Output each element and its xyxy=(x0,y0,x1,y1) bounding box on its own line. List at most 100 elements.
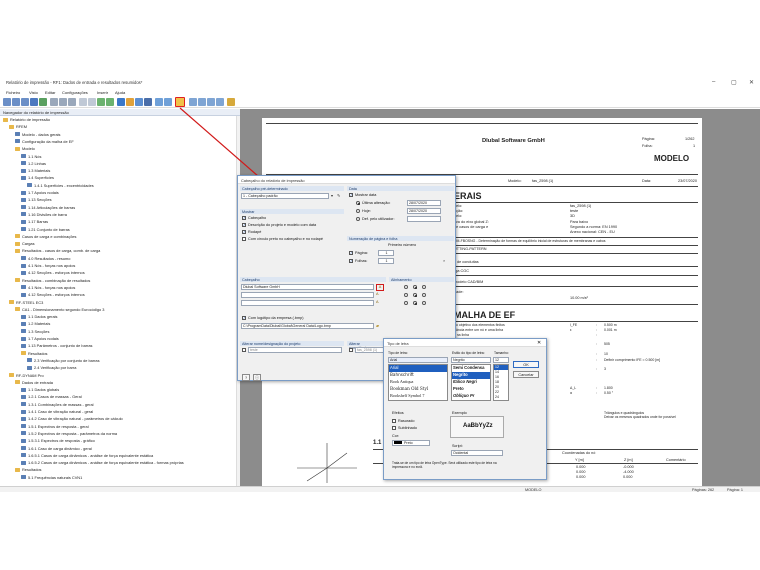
status-model: MODELO xyxy=(525,487,542,492)
status-pages: Páginas: 262 xyxy=(692,487,715,492)
align-left-radio-2[interactable] xyxy=(404,293,408,297)
font-option[interactable]: Bahnschrift xyxy=(389,372,447,379)
font-size-input[interactable]: 12 xyxy=(493,357,509,363)
status-bar: MODELO Páginas: 262 Página: 1 xyxy=(0,486,760,492)
style-option[interactable]: Semi Condensa xyxy=(452,365,490,372)
description-checkbox-label: Descrição do projeto e modelo com data xyxy=(248,223,317,227)
style-label: Estilo do tipo de letra: xyxy=(452,351,485,355)
font-info-text: Trata-se de um tipo de letra OpenType. S… xyxy=(392,461,497,469)
sample-box: AaBbYyZz xyxy=(450,416,504,438)
style-option[interactable]: Oblíquo Pr xyxy=(452,393,490,400)
footer-checkbox-label: Rodapé xyxy=(248,230,262,234)
today-label: Hoje: xyxy=(362,209,371,213)
chevron-down-icon[interactable]: ▾ xyxy=(331,193,333,198)
today-radio[interactable] xyxy=(356,209,360,213)
user-date-field[interactable] xyxy=(407,216,441,222)
info-button[interactable]: ⓘ xyxy=(253,374,261,381)
font-label: Tipo de letra: xyxy=(388,351,408,355)
cancel-button[interactable]: Cancelar xyxy=(513,371,539,378)
change-project-field[interactable]: teste xyxy=(248,347,342,353)
font-name-input[interactable]: Arial xyxy=(388,357,448,363)
change-model-field[interactable]: fas_2598 (1) xyxy=(355,347,385,353)
align-right-radio-1[interactable] xyxy=(422,285,426,289)
font-style-input[interactable]: Negrito xyxy=(451,357,491,363)
size-option[interactable]: 24 xyxy=(494,395,508,400)
style-option[interactable]: Negrito xyxy=(452,372,490,379)
black-circle-checkbox-label: Com círculo preto no cabeçalho e no roda… xyxy=(248,237,323,241)
logo-path-field[interactable]: C:\ProgramData\Dlubal\Global\General Dat… xyxy=(241,323,374,329)
style-option[interactable]: Preto xyxy=(452,386,490,393)
first-number-label: Primeiro número xyxy=(388,243,417,247)
footer-checkbox[interactable]: ✓ xyxy=(242,230,246,234)
align-left-radio-3[interactable] xyxy=(404,301,408,305)
logo-checkbox[interactable]: ✓ xyxy=(242,316,246,320)
group-change-project: Alterar nome/designação do projeto xyxy=(242,341,301,346)
font-style-list[interactable]: Semi Condensa Negrito Itálico Negri Pret… xyxy=(451,364,491,401)
script-label: Script: xyxy=(452,444,463,448)
align-right-radio-2[interactable] xyxy=(422,293,426,297)
user-date-radio[interactable] xyxy=(356,217,360,221)
today-field[interactable]: 28/07/2020 xyxy=(407,208,441,214)
header-checkbox[interactable]: ✓ xyxy=(242,216,246,220)
group-alignment: Alinhamento xyxy=(391,277,412,282)
effects-label: Efeitos xyxy=(392,411,404,415)
font-settings-2-icon[interactable]: A xyxy=(376,292,379,296)
align-right-radio-3[interactable] xyxy=(422,301,426,305)
align-center-radio-3[interactable] xyxy=(413,301,417,305)
header-line-2-field[interactable] xyxy=(241,292,374,298)
font-option[interactable]: Book Antiqua xyxy=(389,379,447,386)
last-change-radio[interactable] xyxy=(356,201,360,205)
sheet-number-label: Folhas: xyxy=(355,259,368,263)
group-date: Data xyxy=(349,186,357,191)
header-line-1-field[interactable]: Dlubal Software GmbH xyxy=(241,284,374,290)
header-line-3-field[interactable] xyxy=(241,300,374,306)
last-change-label: Última alteração: xyxy=(362,201,391,205)
show-date-checkbox[interactable]: ✓ xyxy=(349,193,353,197)
align-center-radio-1[interactable] xyxy=(413,285,417,289)
color-label: Cor: xyxy=(392,434,400,438)
align-left-radio-1[interactable] xyxy=(404,285,408,289)
ok-button[interactable]: OK xyxy=(513,361,539,368)
group-numbering: Numeração de página e folha xyxy=(349,236,398,241)
font-dialog-close-icon[interactable]: ✕ xyxy=(537,340,541,346)
page-number-checkbox[interactable]: ✓ xyxy=(349,251,353,255)
font-size-list[interactable]: 12 14 16 18 20 22 24 xyxy=(493,364,509,401)
underline-checkbox[interactable] xyxy=(392,426,396,430)
font-name-list[interactable]: Arial Bahnschrift Book Antiqua Bookman O… xyxy=(388,364,448,401)
user-date-label: Def. pelo utilizador: xyxy=(362,217,395,221)
script-select[interactable]: Ocidental xyxy=(451,450,503,456)
strikeout-label: Rasurado xyxy=(398,419,415,423)
logo-checkbox-label: Com logótipo da empresa (.bmp) xyxy=(248,316,304,320)
black-circle-checkbox[interactable] xyxy=(242,237,246,241)
last-change-field[interactable]: 28/07/2020 xyxy=(407,200,441,206)
group-show: Mostrar xyxy=(242,209,255,214)
change-model-checkbox[interactable] xyxy=(349,348,353,352)
strikeout-checkbox[interactable] xyxy=(392,419,396,423)
sheet-number-checkbox[interactable]: ✓ xyxy=(349,259,353,263)
color-value: Preto xyxy=(404,441,413,445)
color-select[interactable]: Preto xyxy=(392,440,430,446)
font-option[interactable]: Arial xyxy=(389,365,447,372)
zoom-icon[interactable]: ⌕ xyxy=(443,259,445,263)
group-header-text: Cabeçalho xyxy=(242,277,260,282)
size-label: Tamanho: xyxy=(494,351,509,355)
header-dialog-title: Cabeçalho do relatório de impressão xyxy=(241,178,305,183)
style-option[interactable]: Itálico Negri xyxy=(452,379,490,386)
header-checkbox-label: Cabeçalho xyxy=(248,216,267,220)
align-center-radio-2[interactable] xyxy=(413,293,417,297)
sheet-number-field[interactable]: 1 xyxy=(378,258,394,264)
font-settings-icon[interactable]: A xyxy=(376,284,384,291)
browse-folder-icon[interactable]: ▰ xyxy=(376,323,379,328)
edit-icon[interactable]: ✎ xyxy=(337,193,340,198)
predefined-header-select[interactable]: 1 - Cabeçalho padrão xyxy=(241,193,329,199)
help-button[interactable]: ? xyxy=(242,374,250,381)
group-predefined: Cabeçalho pré-determinado xyxy=(242,186,288,191)
page-number-field[interactable]: 1 xyxy=(378,250,394,256)
font-option[interactable]: Bookman Old Styl xyxy=(389,386,447,393)
description-checkbox[interactable]: ✓ xyxy=(242,223,246,227)
font-dialog-title: Tipo de letra xyxy=(387,341,409,346)
show-date-label: Mostrar data xyxy=(355,193,377,197)
font-option[interactable]: Bookshelf Symbol 7 xyxy=(389,393,447,400)
change-project-checkbox[interactable] xyxy=(242,348,246,352)
font-settings-3-icon[interactable]: A xyxy=(376,300,379,304)
